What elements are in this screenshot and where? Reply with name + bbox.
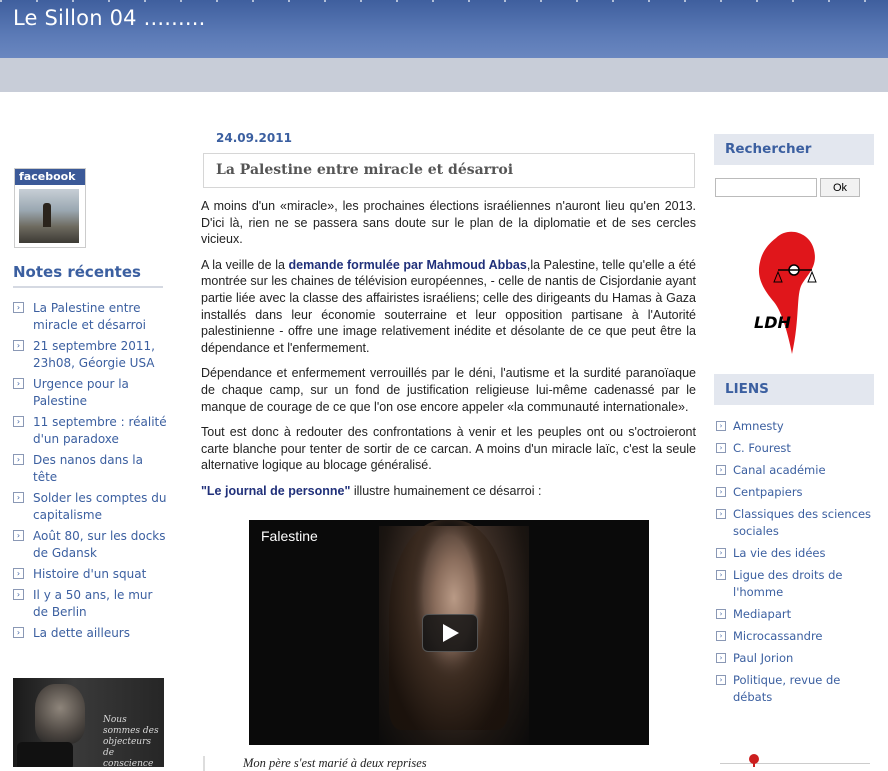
map-divider <box>720 763 870 764</box>
link-item[interactable]: › Ligue des droits de l'homme <box>716 567 876 601</box>
link-item[interactable]: › Canal académie <box>716 462 876 479</box>
bullet-arrow-icon: › <box>716 631 726 641</box>
video-face-image <box>35 684 85 744</box>
post-title-box: La Palestine entre miracle et désarroi <box>203 153 695 188</box>
recent-note-item[interactable]: › Il y a 50 ans, le mur de Berlin <box>13 587 168 621</box>
bullet-arrow-icon: › <box>13 454 24 465</box>
bullet-arrow-icon: › <box>13 530 24 541</box>
recent-notes-list: › La Palestine entre miracle et désarroi … <box>13 300 168 646</box>
abbas-request-link[interactable]: demande formulée par Mahmoud Abbas <box>289 258 527 272</box>
bullet-arrow-icon: › <box>716 548 726 558</box>
video-title[interactable]: Falestine <box>261 528 318 544</box>
facebook-label: facebook <box>15 169 85 185</box>
link-item[interactable]: › Microcassandre <box>716 628 876 645</box>
bullet-arrow-icon: › <box>13 492 24 503</box>
bullet-arrow-icon: › <box>716 443 726 453</box>
link-item[interactable]: › C. Fourest <box>716 440 876 457</box>
bullet-arrow-icon: › <box>13 340 24 351</box>
header-subbar <box>0 58 888 92</box>
sidebar-video-thumbnail[interactable]: Nous sommes des objecteurs de conscience… <box>13 678 164 767</box>
post-date: 24.09.2011 <box>216 131 292 145</box>
search-input[interactable] <box>715 178 817 197</box>
bullet-arrow-icon: › <box>716 487 726 497</box>
post-paragraph: Tout est donc à redouter des confrontati… <box>201 425 696 473</box>
play-button-icon[interactable] <box>17 742 73 767</box>
search-ok-button[interactable]: Ok <box>820 178 860 197</box>
post-quote: Mon père s'est marié à deux reprises <box>203 756 643 771</box>
recent-note-item[interactable]: › Solder les comptes du capitalisme <box>13 490 168 524</box>
bullet-arrow-icon: › <box>13 302 24 313</box>
post-paragraph: "Le journal de personne" illustre humain… <box>201 483 542 498</box>
play-icon[interactable] <box>422 614 478 652</box>
link-item[interactable]: › Classiques des sciences sociales <box>716 506 876 540</box>
bullet-arrow-icon: › <box>716 465 726 475</box>
recent-note-item[interactable]: › Urgence pour la Palestine <box>13 376 168 410</box>
recent-note-item[interactable]: › Août 80, sur les docks de Gdansk <box>13 528 168 562</box>
post-paragraph: A la veille de la demande formulée par M… <box>201 257 696 355</box>
recent-note-item[interactable]: › La dette ailleurs <box>13 625 168 642</box>
recent-notes-heading: Notes récentes <box>13 263 141 281</box>
embedded-video-player[interactable]: Falestine <box>249 520 649 745</box>
link-item[interactable]: › La vie des idées <box>716 545 876 562</box>
post-body: A moins d'un «miracle», les prochaines é… <box>201 198 696 509</box>
bullet-arrow-icon: › <box>716 570 726 580</box>
post-title[interactable]: La Palestine entre miracle et désarroi <box>216 162 513 178</box>
recent-note-item[interactable]: › 11 septembre : réalité d'un paradoxe <box>13 414 168 448</box>
recent-note-item[interactable]: › Des nanos dans la tête <box>13 452 168 486</box>
bullet-arrow-icon: › <box>716 421 726 431</box>
post-paragraph: Dépendance et enfermement verrouillés pa… <box>201 366 696 414</box>
bullet-arrow-icon: › <box>13 589 24 600</box>
link-item[interactable]: › Politique, revue de débats <box>716 672 876 706</box>
links-heading: LIENS <box>714 374 874 405</box>
links-list: › Amnesty › C. Fourest › Canal académie › Ce… <box>716 418 876 711</box>
blog-header: Le Sillon 04 ......... <box>0 0 888 58</box>
bullet-arrow-icon: › <box>13 568 24 579</box>
recent-note-item[interactable]: › Histoire d'un squat <box>13 566 168 583</box>
post-paragraph: A moins d'un «miracle», les prochaines é… <box>201 199 696 247</box>
facebook-badge[interactable]: facebook <box>14 168 86 248</box>
bullet-arrow-icon: › <box>13 378 24 389</box>
ldh-logo[interactable]: LDH <box>748 228 828 358</box>
journal-de-personne-link[interactable]: "Le journal de personne" <box>201 484 350 498</box>
map-pin-stem <box>753 762 755 767</box>
link-item[interactable]: › Centpapiers <box>716 484 876 501</box>
header-pattern <box>0 0 888 2</box>
bullet-arrow-icon: › <box>716 509 726 519</box>
site-title[interactable]: Le Sillon 04 ......... <box>13 6 205 30</box>
bullet-arrow-icon: › <box>716 675 726 685</box>
bullet-arrow-icon: › <box>716 609 726 619</box>
link-item[interactable]: › Mediapart <box>716 606 876 623</box>
bullet-arrow-icon: › <box>716 653 726 663</box>
facebook-profile-photo <box>19 189 79 243</box>
link-item[interactable]: › Amnesty <box>716 418 876 435</box>
bullet-arrow-icon: › <box>13 627 24 638</box>
ldh-logo-text: LDH <box>754 313 791 332</box>
recent-note-item[interactable]: › 21 septembre 2011, 23h08, Géorgie USA <box>13 338 168 372</box>
bullet-arrow-icon: › <box>13 416 24 427</box>
video-thumbnail-caption: Nous sommes des objecteurs de conscience… <box>103 715 159 767</box>
recent-note-item[interactable]: › La Palestine entre miracle et désarroi <box>13 300 168 334</box>
search-heading: Rechercher <box>714 134 874 165</box>
link-item[interactable]: › Paul Jorion <box>716 650 876 667</box>
recent-notes-divider <box>13 286 163 288</box>
